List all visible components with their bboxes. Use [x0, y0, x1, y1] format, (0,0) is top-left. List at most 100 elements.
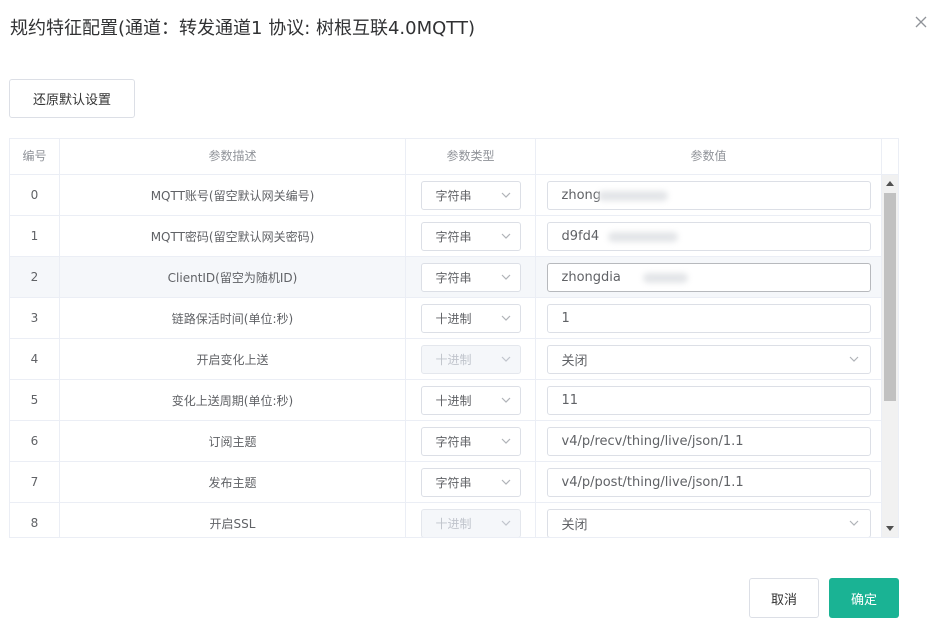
row-id: 3 [10, 298, 60, 338]
chevron-down-icon [501, 397, 510, 403]
masked-value-blur [597, 190, 668, 201]
row-value-cell: 1 [536, 298, 882, 338]
table-body: 0 MQTT账号(留空默认网关编号) 字符串 zhong 1 MQTT密码(留空默认网关密… [10, 175, 882, 537]
param-type-select[interactable]: 字符串 [420, 221, 521, 251]
row-desc: ClientID(留空为随机ID) [60, 257, 406, 297]
param-value-input[interactable]: v4/p/post/thing/live/json/1.1 [546, 467, 871, 497]
param-type-text: 十进制 [435, 516, 472, 531]
params-table: 编号 参数描述 参数类型 参数值 0 MQTT账号(留空默认网关编号) 字符串 zho… [9, 138, 899, 538]
chevron-down-icon [501, 438, 510, 444]
param-type-select[interactable]: 十进制 [420, 385, 521, 415]
param-value-input[interactable]: zhong [546, 180, 871, 210]
row-id: 5 [10, 380, 60, 420]
table-row: 3 链路保活时间(单位:秒) 十进制 1 [10, 298, 882, 339]
confirm-button[interactable]: 确定 [829, 578, 899, 618]
chevron-down-icon [501, 274, 510, 280]
param-type-select[interactable]: 字符串 [420, 467, 521, 497]
table-row: 5 变化上送周期(单位:秒) 十进制 11 [10, 380, 882, 421]
close-icon[interactable] [913, 14, 929, 30]
row-desc: 发布主题 [60, 462, 406, 502]
row-desc: 链路保活时间(单位:秒) [60, 298, 406, 338]
row-value-cell: v4/p/recv/thing/live/json/1.1 [536, 421, 882, 461]
header-type: 参数类型 [406, 139, 536, 174]
table-row: 6 订阅主题 字符串 v4/p/recv/thing/live/json/1.1 [10, 421, 882, 462]
param-type-text: 字符串 [435, 188, 472, 203]
header-gutter [882, 139, 898, 174]
param-type-select[interactable]: 十进制 [420, 303, 521, 333]
row-type-cell: 字符串 [406, 216, 536, 256]
param-type-select[interactable]: 字符串 [420, 180, 521, 210]
chevron-down-icon [501, 315, 510, 321]
row-type-cell: 字符串 [406, 257, 536, 297]
row-desc: 开启变化上送 [60, 339, 406, 379]
row-id: 0 [10, 175, 60, 215]
row-desc: 订阅主题 [60, 421, 406, 461]
param-value-input[interactable]: zhongdia [546, 262, 871, 292]
masked-value-blur [642, 272, 688, 283]
chevron-down-icon [501, 233, 510, 239]
param-value-input[interactable]: 1 [546, 303, 871, 333]
masked-value-blur [607, 231, 678, 242]
table-header: 编号 参数描述 参数类型 参数值 [10, 139, 898, 175]
table-row: 1 MQTT密码(留空默认网关密码) 字符串 d9fd4 [10, 216, 882, 257]
chevron-down-icon [501, 356, 510, 362]
header-value: 参数值 [536, 139, 882, 174]
param-value-text: 关闭 [561, 517, 588, 533]
param-value-input[interactable]: v4/p/recv/thing/live/json/1.1 [546, 426, 871, 456]
scroll-down-arrow-icon[interactable] [886, 526, 894, 531]
param-value-input[interactable]: 11 [546, 385, 871, 415]
row-type-cell: 字符串 [406, 175, 536, 215]
row-id: 2 [10, 257, 60, 297]
scroll-up-arrow-icon[interactable] [886, 181, 894, 186]
table-scrollbar[interactable] [882, 175, 898, 537]
param-type-text: 字符串 [435, 270, 472, 285]
chevron-down-icon [501, 479, 510, 485]
row-type-cell: 十进制 [406, 339, 536, 379]
row-desc: MQTT账号(留空默认网关编号) [60, 175, 406, 215]
param-value-text: v4/p/recv/thing/live/json/1.1 [561, 433, 744, 449]
cancel-button[interactable]: 取消 [749, 578, 819, 618]
row-type-cell: 字符串 [406, 462, 536, 502]
param-value-text: v4/p/post/thing/live/json/1.1 [561, 474, 744, 490]
header-id: 编号 [10, 139, 60, 174]
param-value-text: 1 [561, 310, 570, 326]
param-type-select: 十进制 [420, 344, 521, 374]
param-value-text: d9fd4 [561, 228, 600, 244]
row-id: 1 [10, 216, 60, 256]
reset-defaults-button[interactable]: 还原默认设置 [9, 79, 135, 118]
param-type-select: 十进制 [420, 508, 521, 537]
row-id: 6 [10, 421, 60, 461]
table-row: 0 MQTT账号(留空默认网关编号) 字符串 zhong [10, 175, 882, 216]
param-value-input[interactable]: d9fd4 [546, 221, 871, 251]
row-desc: 变化上送周期(单位:秒) [60, 380, 406, 420]
row-value-cell: v4/p/post/thing/live/json/1.1 [536, 462, 882, 502]
row-value-cell: 关闭 [536, 503, 882, 537]
param-type-text: 十进制 [435, 393, 472, 408]
row-value-cell: zhongdia [536, 257, 882, 297]
param-value-select[interactable]: 关闭 [546, 344, 871, 374]
param-type-text: 字符串 [435, 475, 472, 490]
param-type-text: 字符串 [435, 434, 472, 449]
row-type-cell: 十进制 [406, 380, 536, 420]
chevron-down-icon [501, 192, 510, 198]
row-type-cell: 十进制 [406, 503, 536, 537]
param-value-select[interactable]: 关闭 [546, 508, 871, 537]
row-desc: 开启SSL [60, 503, 406, 537]
row-id: 8 [10, 503, 60, 537]
chevron-down-icon [849, 356, 858, 362]
scrollbar-thumb[interactable] [884, 193, 896, 401]
table-row: 7 发布主题 字符串 v4/p/post/thing/live/json/1.1 [10, 462, 882, 503]
param-value-text: 关闭 [561, 353, 588, 369]
param-type-select[interactable]: 字符串 [420, 262, 521, 292]
row-value-cell: zhong [536, 175, 882, 215]
row-desc: MQTT密码(留空默认网关密码) [60, 216, 406, 256]
param-type-select[interactable]: 字符串 [420, 426, 521, 456]
param-type-text: 十进制 [435, 352, 472, 367]
table-row: 2 ClientID(留空为随机ID) 字符串 zhongdia [10, 257, 882, 298]
param-type-text: 字符串 [435, 229, 472, 244]
dialog-title: 规约特征配置(通道：转发通道1 协议: 树根互联4.0MQTT) [10, 18, 476, 39]
header-desc: 参数描述 [60, 139, 406, 174]
chevron-down-icon [849, 520, 858, 526]
param-value-text: zhongdia [561, 269, 621, 285]
row-value-cell: 11 [536, 380, 882, 420]
